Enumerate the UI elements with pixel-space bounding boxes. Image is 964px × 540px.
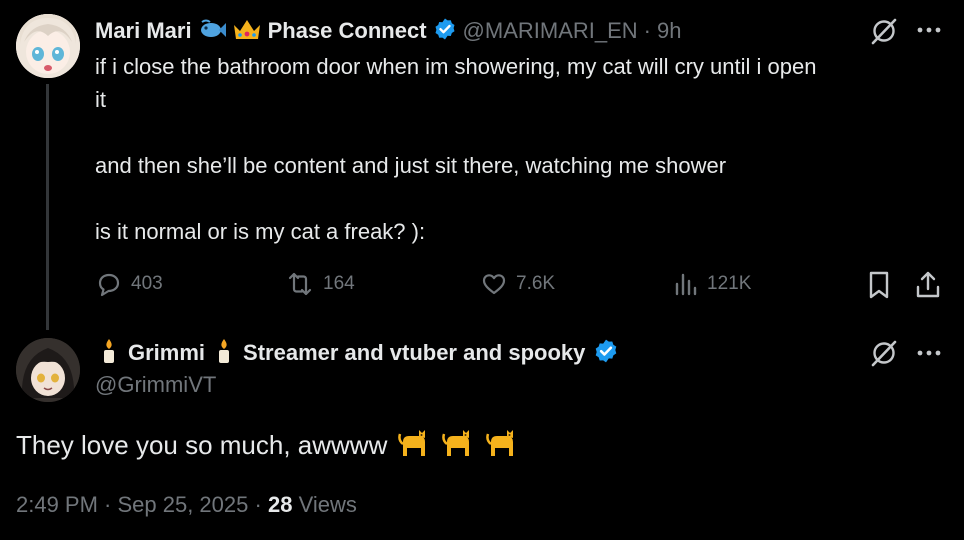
thread-line [46,84,49,330]
more-options-icon[interactable] [916,26,942,34]
display-name[interactable]: Mari Mari [95,18,192,44]
avatar-image [16,338,80,402]
tweet-line: is it normal or is my cat a freak? ): [95,219,426,244]
heart-icon [480,270,508,298]
like-count: 7.6K [516,273,556,294]
reply-button[interactable]: 403 [95,270,163,298]
reply-count: 403 [131,273,163,294]
reply-text: They love you so much, awwww [16,430,388,460]
display-name-suffix[interactable]: Streamer and vtuber and spooky [243,340,585,366]
handle[interactable]: @GrimmiVT [95,372,216,398]
views-label: Views [298,492,357,517]
tweet-header: Mari Mari Phase Connect @MARIMARI_EN · 9… [95,16,681,46]
reply-text-row: They love you so much, awwww [16,426,519,465]
verified-badge-icon[interactable] [433,17,457,46]
tweet-line: if i close the bathroom door when im sho… [95,54,817,79]
fish-icon [198,18,226,45]
avatar[interactable] [16,338,80,402]
candle-icon [98,337,120,370]
tweet-line: and then she’ll be content and just sit … [95,153,727,178]
bookmark-icon[interactable] [866,270,892,300]
separator-dot: · [643,18,651,43]
candle-icon [213,337,235,370]
cat-icon [441,426,475,465]
tweet-text: if i close the bathroom door when im sho… [95,50,945,248]
handle[interactable]: @MARIMARI_EN [463,18,638,44]
tweet-line: it [95,87,106,112]
analytics-icon [673,270,699,298]
grok-icon[interactable] [870,17,898,45]
post-time[interactable]: 9h [657,18,681,44]
reply-header: Grimmi Streamer and vtuber and spooky [98,338,619,368]
reply-icon [95,270,123,298]
like-button[interactable]: 7.6K [480,270,555,298]
timestamp[interactable]: 2:49 PM · Sep 25, 2025 · [16,492,262,517]
display-name[interactable]: Grimmi [128,340,205,366]
share-icon[interactable] [914,270,942,300]
affiliation[interactable]: Phase Connect [268,18,427,44]
grok-icon[interactable] [870,339,898,367]
view-count: 28 [267,492,293,517]
views-button[interactable]: 121K [673,270,751,298]
crown-icon [232,17,262,46]
cat-icon [397,426,431,465]
avatar[interactable] [16,14,80,78]
cat-icon [485,426,519,465]
repost-count: 164 [323,273,355,294]
verified-badge-icon[interactable] [593,338,619,369]
repost-button[interactable]: 164 [285,270,355,298]
tweet-meta: 2:49 PM · Sep 25, 2025 · 28 Views [16,492,357,518]
view-count: 121K [707,273,752,294]
avatar-image [16,14,80,78]
more-options-icon[interactable] [916,349,942,357]
repost-icon [285,270,315,298]
